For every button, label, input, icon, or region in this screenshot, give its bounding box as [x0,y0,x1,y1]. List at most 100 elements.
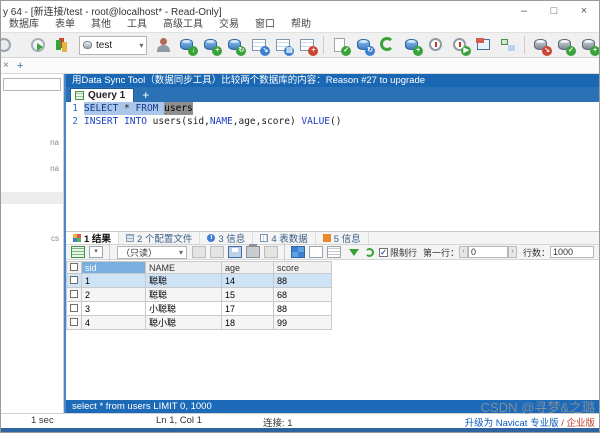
refresh-result-icon[interactable] [264,246,278,258]
editor-line[interactable]: 2INSERT INTO users(sid,NAME,age,score) V… [66,115,599,128]
cell-name[interactable]: 聪小聪 [146,316,222,330]
cell-name[interactable]: 小聪聪 [146,302,222,316]
sidebar-item-fragment[interactable]: na [50,138,59,147]
column-header-score[interactable]: score [274,262,332,274]
db-sync-icon[interactable]: ↻ [225,35,245,55]
schedule-icon[interactable]: ▶ [450,35,470,55]
filter-icon[interactable] [349,249,359,256]
menu-item-表单[interactable]: 表单 [47,17,83,32]
cell-score[interactable]: 88 [274,302,332,316]
first-row-increment[interactable]: › [508,246,517,258]
delete-row-icon[interactable] [246,246,260,258]
menu-item-其他[interactable]: 其他 [83,17,119,32]
result-tab-1 结果[interactable]: 1 结果 [66,232,119,244]
new-object-tab-button[interactable]: + [17,60,23,72]
cell-age[interactable]: 17 [222,302,274,316]
query-download-icon[interactable]: ↓ [177,35,197,55]
menu-item-高级工具[interactable]: 高级工具 [155,17,211,32]
materialized-view-icon[interactable]: + [297,35,317,55]
row-checkbox-cell[interactable] [67,316,82,330]
first-row-input[interactable]: 0 [468,246,508,258]
cell-age[interactable]: 15 [222,288,274,302]
menu-item-工具[interactable]: 工具 [119,17,155,32]
cell-score[interactable]: 68 [274,288,332,302]
export-result-icon[interactable] [71,246,85,258]
sort-refresh-icon[interactable] [365,248,374,257]
import-wizard-icon[interactable] [53,35,73,55]
column-header-sid[interactable]: sid [82,262,146,274]
server-backup-icon[interactable]: ↘ [531,35,551,55]
partial-wheel-icon[interactable] [5,35,25,55]
discard-changes-icon[interactable] [210,246,224,258]
result-tab-3 信息[interactable]: i3 信息 [200,232,253,244]
sql-editor[interactable]: 1SELECT * FROM users2INSERT INTO users(s… [66,102,599,231]
view-design-icon[interactable]: ▤ [273,35,293,55]
select-all-header[interactable] [67,262,82,274]
partial-tab-close-icon[interactable]: × [3,60,9,71]
row-checkbox-cell[interactable] [67,274,82,288]
tab-query-1[interactable]: Query 1 [70,88,134,102]
cell-name[interactable]: 聪聪 [146,274,222,288]
checkbox-icon[interactable] [70,318,78,326]
cell-sid[interactable]: 2 [82,288,146,302]
grid-view-dropdown-icon[interactable]: ▾ [89,246,103,258]
sidebar-item-fragment[interactable]: na [50,164,59,173]
server-extract-icon[interactable]: + [579,35,599,55]
grid-view-icon[interactable] [291,246,305,258]
table-row[interactable]: 3小聪聪1788 [67,302,332,316]
save-icon[interactable] [228,246,242,258]
menu-item-窗口[interactable]: 窗口 [247,17,283,32]
cell-age[interactable]: 18 [222,316,274,330]
sidebar-search-input[interactable] [3,78,61,91]
first-row-decrement[interactable]: ‹ [459,246,468,258]
cell-sid[interactable]: 1 [82,274,146,288]
cell-score[interactable]: 88 [274,274,332,288]
upgrade-banner[interactable]: 用Data Sync Tool（数据同步工具）比较两个数据库的内容：Reason… [66,74,599,87]
menu-item-数据库[interactable]: 数据库 [1,17,47,32]
editor-line[interactable]: 1SELECT * FROM users [66,102,599,115]
column-header-age[interactable]: age [222,262,274,274]
row-count-input[interactable]: 1000 [550,246,594,258]
text-view-icon[interactable] [327,246,341,258]
sidebar-item-fragment[interactable]: cs [51,234,59,243]
cell-sid[interactable]: 3 [82,302,146,316]
checkbox-icon[interactable] [70,263,78,271]
table-row[interactable]: 1聪聪1488 [67,274,332,288]
sidebar-selected-item[interactable] [1,192,64,204]
result-tab-2 个配置文件[interactable]: 2 个配置文件 [119,232,200,244]
column-header-name[interactable]: NAME [146,262,222,274]
cell-name[interactable]: 聪聪 [146,288,222,302]
table-design-icon[interactable]: ↘ [249,35,269,55]
menu-item-交易[interactable]: 交易 [211,17,247,32]
limit-rows-checkbox[interactable]: ✓ [379,248,388,257]
table-row[interactable]: 4聪小聪1899 [67,316,332,330]
windows-icon[interactable] [474,35,494,55]
history-log-icon[interactable] [426,35,446,55]
user-icon[interactable] [153,35,173,55]
refresh-icon[interactable] [378,35,398,55]
connection-select[interactable]: test▾ [79,36,147,55]
new-query-icon[interactable]: + [201,35,221,55]
checkbox-icon[interactable] [70,304,78,312]
report-check-icon[interactable]: ✓ [330,35,350,55]
menu-item-帮助[interactable]: 帮助 [283,17,319,32]
export-wizard-icon[interactable] [29,35,49,55]
row-checkbox-cell[interactable] [67,288,82,302]
table-row[interactable]: 2聪聪1568 [67,288,332,302]
form-view-icon[interactable] [309,246,323,258]
readonly-mode-select[interactable]: （只读） ▾ [117,246,187,259]
upgrade-link[interactable]: 升级为 Navicat 专业版 / 企业版 [465,415,595,429]
cell-age[interactable]: 14 [222,274,274,288]
row-checkbox-cell[interactable] [67,302,82,316]
cell-score[interactable]: 99 [274,316,332,330]
data-transfer-icon[interactable]: ↻ [354,35,374,55]
checkbox-icon[interactable] [70,276,78,284]
new-query-tab-button[interactable]: + [142,88,149,102]
apply-changes-icon[interactable] [192,246,206,258]
cell-sid[interactable]: 4 [82,316,146,330]
db-new-icon[interactable]: + [402,35,422,55]
server-restore-icon[interactable]: ✓ [555,35,575,55]
checkbox-icon[interactable] [70,290,78,298]
result-tab-5 信息[interactable]: 5 信息 [316,232,369,244]
model-icon[interactable] [498,35,518,55]
